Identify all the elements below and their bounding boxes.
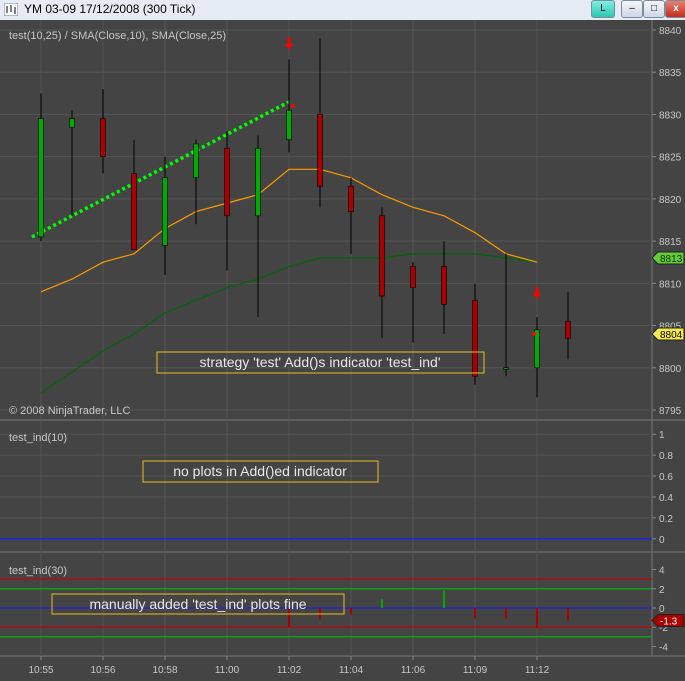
x-tick-label: 11:00 <box>215 665 240 676</box>
ind2-y-tick-label: 2 <box>659 585 665 596</box>
x-tick-label: 10:58 <box>152 665 177 676</box>
last-price-tag-label: 8813 <box>660 254 683 265</box>
maximize-button[interactable]: □ <box>643 0 665 18</box>
candle-up <box>286 109 292 141</box>
ind1-y-tick-label: 0.2 <box>659 514 673 525</box>
candle-up <box>193 143 199 179</box>
price-y-tick-label: 8810 <box>659 279 682 290</box>
price-y-tick-label: 8840 <box>659 26 682 37</box>
candle-down <box>410 266 416 288</box>
candle-up <box>38 118 44 238</box>
ind2-y-tick-label: 0 <box>659 604 665 615</box>
chart-area[interactable]: 10:55 10:56 10:58 11:00 11:02 11:04 11:06 11:09… <box>0 20 685 681</box>
candle-down <box>379 215 385 297</box>
candle-up <box>69 118 75 128</box>
price-y-tick-label: 8795 <box>659 406 682 417</box>
x-tick-label: 11:12 <box>525 665 550 676</box>
minimize-button[interactable]: – <box>621 0 643 18</box>
ind2-y-tick-label: -4 <box>659 642 668 653</box>
ind1-y-tick-label: 0.6 <box>659 472 673 483</box>
annotation-ind2: manually added 'test_ind' plots fine <box>89 596 306 612</box>
window-title: YM 03-09 17/12/2008 (300 Tick) <box>24 2 196 16</box>
candle-down <box>317 114 323 187</box>
close-button[interactable]: x <box>665 0 685 18</box>
candle-up <box>162 177 168 246</box>
indicator-value-tag-label: -1.3 <box>660 616 678 627</box>
price-y-tick-label: 8830 <box>659 110 682 121</box>
x-tick-label: 11:09 <box>463 665 488 676</box>
x-tick-label: 11:04 <box>339 665 364 676</box>
candle-up <box>503 367 509 370</box>
ind1-y-tick-label: 1 <box>659 430 665 441</box>
candle-down <box>131 173 137 250</box>
x-tick-label: 10:56 <box>90 665 115 676</box>
candle-up <box>255 147 261 217</box>
ind1-y-tick-label: 0.4 <box>659 493 673 504</box>
x-tick-label: 11:06 <box>401 665 426 676</box>
link-button[interactable]: L <box>591 0 615 18</box>
ind1-panel-label: test_ind(10) <box>9 432 67 444</box>
price-y-tick-label: 8815 <box>659 237 682 248</box>
chart-app-icon <box>4 3 18 16</box>
price-y-tick-label: 8800 <box>659 364 682 375</box>
ind1-y-tick-label: 0 <box>659 535 665 546</box>
window-titlebar: YM 03-09 17/12/2008 (300 Tick) L – □ x <box>0 0 685 21</box>
candle-down <box>472 299 478 377</box>
ind2-panel-label: test_ind(30) <box>9 565 67 577</box>
x-tick-label: 10:55 <box>28 665 53 676</box>
candle-down <box>441 266 447 305</box>
price-panel-label: test(10,25) / SMA(Close,10), SMA(Close,2… <box>9 30 226 42</box>
x-tick-label: 11:02 <box>277 665 302 676</box>
price-y-tick-label: 8825 <box>659 153 682 164</box>
annotation-price: strategy 'test' Add()s indicator 'test_i… <box>199 354 440 370</box>
candle-down <box>224 147 230 217</box>
entry-marker <box>291 104 295 108</box>
last-price-tag-label: 8804 <box>660 330 683 341</box>
copyright-label: © 2008 NinjaTrader, LLC <box>9 405 130 417</box>
ind1-y-tick-label: 0.8 <box>659 451 673 462</box>
price-y-tick-label: 8835 <box>659 68 682 79</box>
candle-down <box>565 321 571 339</box>
annotation-ind1: no plots in Add()ed indicator <box>173 463 347 479</box>
candle-down <box>348 185 354 212</box>
ind2-y-tick-label: 4 <box>659 566 665 577</box>
entry-marker <box>532 332 536 336</box>
price-y-tick-label: 8820 <box>659 195 682 206</box>
candle-down <box>100 118 106 157</box>
